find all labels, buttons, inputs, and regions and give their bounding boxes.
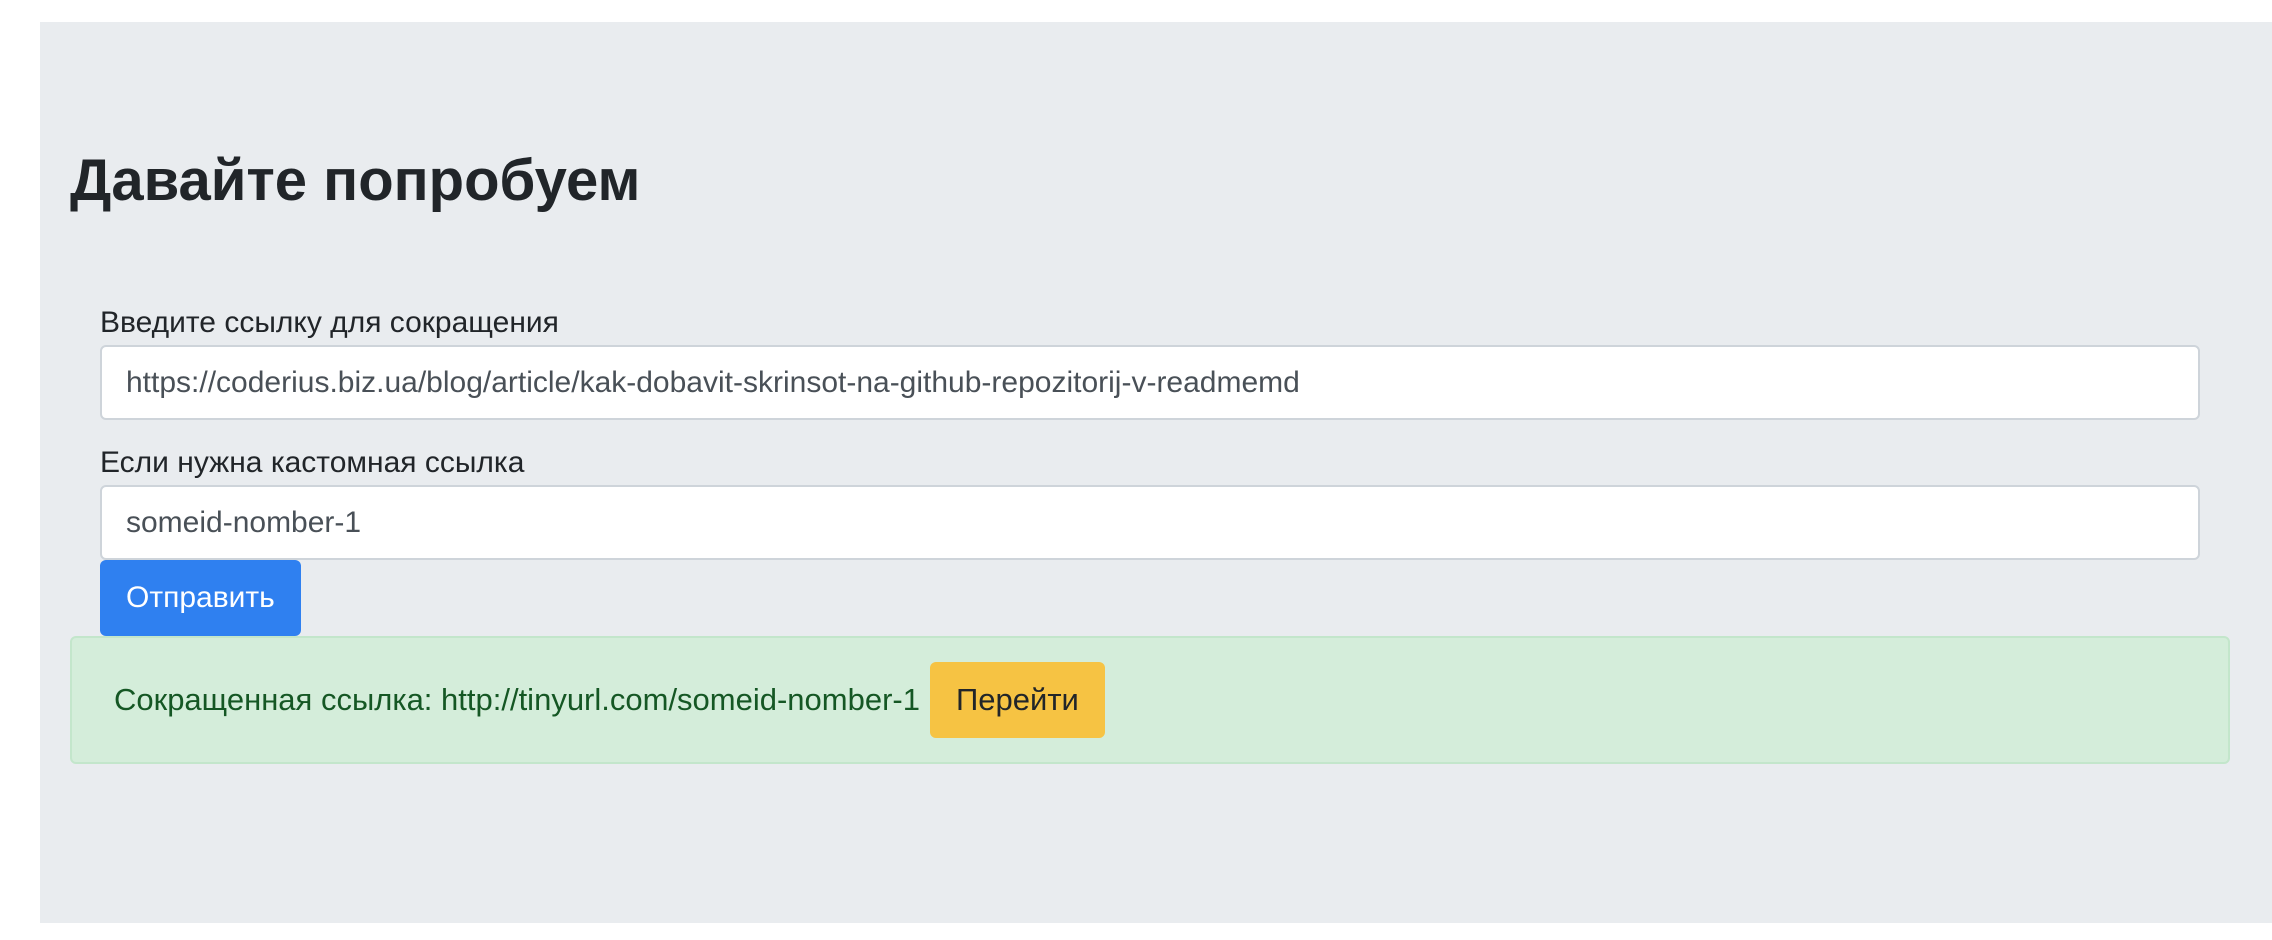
page-title: Давайте попробуем — [70, 148, 641, 213]
submit-button[interactable]: Отправить — [100, 560, 301, 636]
custom-link-label: Если нужна кастомная ссылка — [100, 446, 525, 479]
short-link-text: Сокращенная ссылка: http://tinyurl.com/s… — [114, 682, 920, 717]
result-alert: Сокращенная ссылка: http://tinyurl.com/s… — [70, 636, 2230, 764]
url-input[interactable] — [100, 345, 2200, 420]
jumbotron-container: Давайте попробуем Введите ссылку для сок… — [40, 22, 2272, 923]
custom-link-input[interactable] — [100, 485, 2200, 560]
url-label: Введите ссылку для сокращения — [100, 306, 559, 339]
go-button[interactable]: Перейти — [930, 662, 1105, 738]
